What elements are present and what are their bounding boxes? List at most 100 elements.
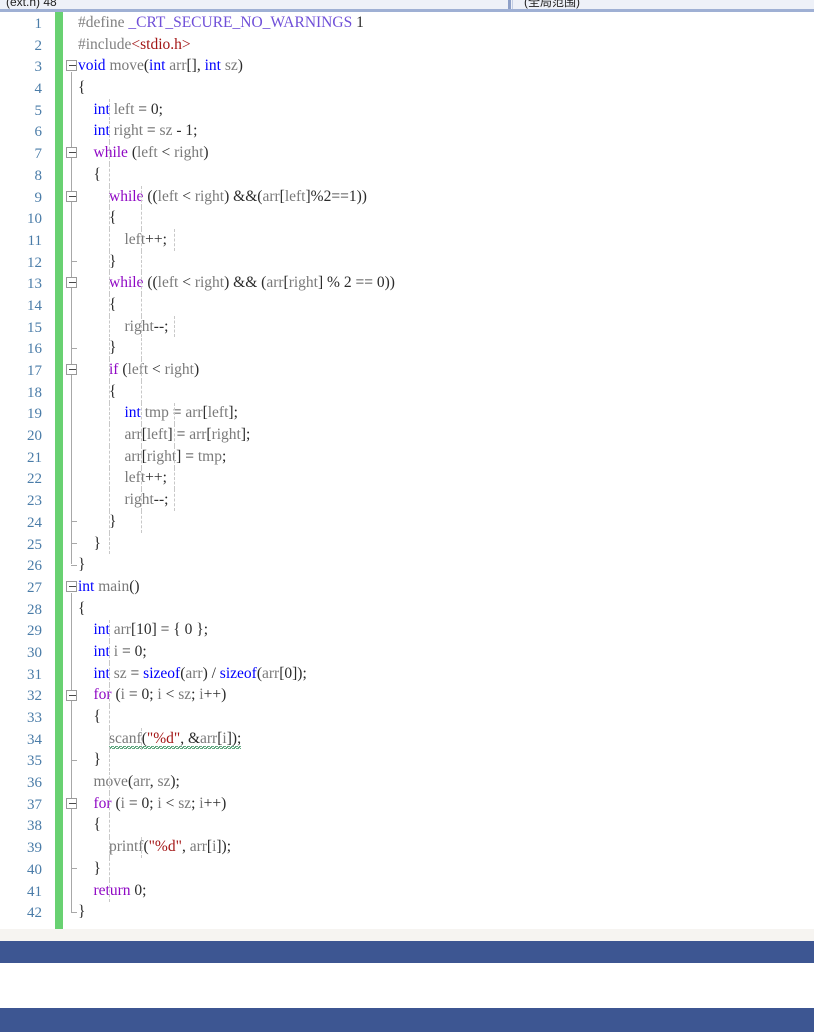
line-number: 41	[27, 883, 42, 900]
line-number: 31	[27, 666, 42, 683]
line-number: 36	[27, 775, 42, 792]
indent-guide	[108, 294, 110, 316]
line-number: 3	[34, 59, 43, 76]
line-number: 40	[27, 861, 42, 878]
indent-guide	[108, 250, 110, 273]
line-number: 9	[34, 189, 43, 206]
status-bar-secondary[interactable]	[0, 1008, 814, 1032]
code-line[interactable]: for (i = 0; i < sz; i++)	[74, 793, 814, 815]
code-line[interactable]: void move(int arr[], int sz)	[74, 55, 814, 77]
code-line[interactable]: left++;	[74, 229, 814, 251]
indent-guide	[108, 619, 110, 642]
code-line[interactable]: {	[74, 381, 814, 403]
indent-guide	[108, 836, 110, 859]
indent-guide	[108, 98, 110, 121]
code-line[interactable]: }	[74, 511, 814, 533]
code-line[interactable]: #include<stdio.h>	[74, 34, 814, 56]
output-panel[interactable]	[0, 963, 814, 1008]
line-number: 23	[27, 493, 42, 510]
code-line[interactable]: while ((left < right) &&(arr[left]%2==1)…	[74, 186, 814, 208]
line-number: 21	[27, 449, 42, 466]
warning-squiggle: scanf("%d", &arr[i]);	[109, 729, 242, 749]
indent-guide	[141, 337, 143, 360]
indent-guide	[141, 272, 143, 295]
line-number: 24	[27, 514, 42, 531]
code-line[interactable]: int arr[10] = { 0 };	[74, 619, 814, 641]
indent-guide	[108, 880, 110, 902]
indent-guide	[141, 359, 143, 381]
line-number: 30	[27, 644, 42, 661]
code-line[interactable]: while (left < right)	[74, 142, 814, 164]
indent-guide	[108, 858, 110, 880]
code-line[interactable]: int tmp = arr[left];	[74, 402, 814, 424]
indent-guide	[108, 706, 110, 729]
code-line[interactable]: printf("%d", arr[i]);	[74, 836, 814, 858]
indent-guide	[108, 684, 110, 707]
code-editor[interactable]: 1 2 3 4 5 6 7 8 9 10 11 12 13 14 15 16 17 18 19 20 21 22 23 24 2…	[0, 12, 814, 929]
line-number: 28	[27, 601, 42, 618]
line-number: 27	[27, 579, 42, 596]
code-line[interactable]: }	[74, 858, 814, 880]
code-line[interactable]: if (left < right)	[74, 359, 814, 381]
code-line[interactable]: #define _CRT_SECURE_NO_WARNINGS 1	[74, 12, 814, 34]
line-number: 8	[34, 167, 43, 184]
code-line[interactable]: int sz = sizeof(arr) / sizeof(arr[0]);	[74, 663, 814, 685]
code-line[interactable]: while ((left < right) && (arr[right] % 2…	[74, 272, 814, 294]
code-line[interactable]: arr[right] = tmp;	[74, 446, 814, 468]
code-line[interactable]: move(arr, sz);	[74, 771, 814, 793]
code-line[interactable]: {	[74, 77, 814, 99]
code-line[interactable]: int left = 0;	[74, 99, 814, 121]
indent-guide	[141, 229, 143, 251]
line-number: 13	[27, 276, 42, 293]
code-line[interactable]: }	[74, 251, 814, 273]
code-line[interactable]: }	[74, 554, 814, 576]
code-line[interactable]: }	[74, 749, 814, 771]
indent-guide	[108, 771, 110, 794]
code-surface[interactable]: #define _CRT_SECURE_NO_WARNINGS 1 #includ…	[74, 12, 814, 929]
line-number: 18	[27, 384, 42, 401]
code-line[interactable]: right--;	[74, 489, 814, 511]
indent-guide	[108, 489, 110, 512]
line-number: 11	[27, 232, 42, 249]
navigation-scope-bar: (ext.h) 48 (全局范围)	[0, 0, 814, 12]
indent-guide	[108, 532, 110, 555]
status-bar-primary[interactable]	[0, 941, 814, 963]
indent-guide	[108, 814, 110, 837]
code-line[interactable]: left++;	[74, 467, 814, 489]
line-number: 7	[34, 146, 43, 163]
code-line[interactable]: {	[74, 814, 814, 836]
indent-guide	[108, 207, 110, 229]
code-line[interactable]: int right = sz - 1;	[74, 120, 814, 142]
indent-guide	[108, 359, 110, 381]
code-line[interactable]: arr[left] = arr[right];	[74, 424, 814, 446]
line-number: 25	[27, 536, 42, 553]
line-number: 32	[27, 688, 42, 705]
code-line[interactable]: for (i = 0; i < sz; i++)	[74, 684, 814, 706]
code-line[interactable]: scanf("%d", &arr[i]);	[74, 728, 814, 750]
indent-guide	[141, 836, 143, 859]
code-line[interactable]: int i = 0;	[74, 641, 814, 663]
code-line[interactable]: {	[74, 294, 814, 316]
line-number: 16	[27, 341, 42, 358]
indent-guide	[173, 402, 175, 425]
code-line[interactable]: {	[74, 598, 814, 620]
indent-guide	[108, 229, 110, 251]
code-line[interactable]: int main()	[74, 576, 814, 598]
line-number: 42	[27, 905, 42, 922]
code-line[interactable]: }	[74, 533, 814, 555]
code-line[interactable]: }	[74, 337, 814, 359]
code-line[interactable]: {	[74, 164, 814, 186]
indent-guide	[108, 749, 110, 772]
code-line[interactable]: {	[74, 706, 814, 728]
code-line[interactable]: {	[74, 207, 814, 229]
indent-guide	[108, 663, 110, 685]
indent-guide	[173, 229, 175, 251]
code-line[interactable]: right--;	[74, 316, 814, 338]
indent-guide	[108, 402, 110, 425]
code-line[interactable]: return 0;	[74, 880, 814, 902]
code-line[interactable]: }	[74, 901, 814, 923]
line-number: 17	[27, 363, 42, 379]
indent-guide	[108, 446, 110, 468]
indent-guide	[141, 185, 143, 208]
fold-region-line	[71, 810, 72, 869]
